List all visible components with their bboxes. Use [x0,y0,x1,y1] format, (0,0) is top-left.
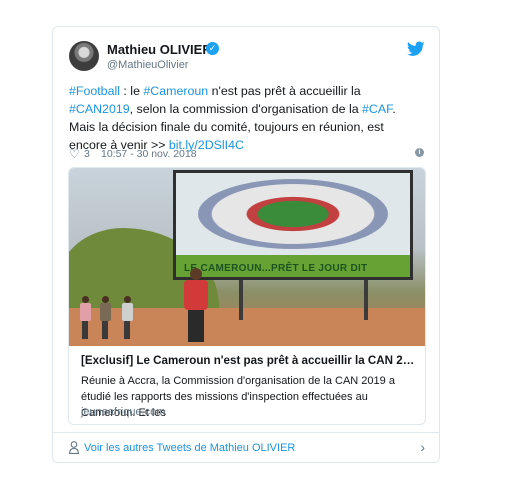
tweet-text-segment: n'est pas prêt à accueillir la [208,84,361,98]
tweet-link[interactable]: #CAN2019 [69,102,130,116]
walker-figure [79,296,91,340]
user-icon [69,441,79,454]
tweet-link[interactable]: #Cameroun [143,84,208,98]
tweet-timestamp[interactable]: 10:57 - 30 nov. 2018 [101,148,197,160]
billboard-caption: LE CAMEROUN...PRÊT LE JOUR DIT [184,263,368,274]
embedded-tweet-card: Mathieu OLIVIER ✓ @MathieuOlivier #Footb… [52,26,440,463]
tweet-text: #Football : le #Cameroun n'est pas prêt … [69,82,425,154]
tweet-text-segment: : le [119,84,144,98]
preview-image: LE CAMEROUN...PRÊT LE JOUR DIT [69,168,425,346]
tweet-header: Mathieu OLIVIER ✓ @MathieuOlivier [69,41,425,75]
heart-icon[interactable]: ♡ [69,147,80,161]
twitter-bird-icon[interactable] [407,41,425,57]
billboard-pole [364,280,368,320]
like-count[interactable]: 3 [84,148,90,160]
link-preview-card[interactable]: LE CAMEROUN...PRÊT LE JOUR DIT [Exclusif… [68,167,426,425]
info-icon[interactable]: i [415,148,424,157]
more-tweets-link[interactable]: Voir les autres Tweets de Mathieu OLIVIE… [84,442,295,454]
author-name[interactable]: Mathieu OLIVIER [107,42,212,57]
preview-title[interactable]: [Exclusif] Le Cameroun n'est pas prêt à … [81,354,417,367]
more-tweets-footer[interactable]: Voir les autres Tweets de Mathieu OLIVIE… [53,432,439,462]
author-handle[interactable]: @MathieuOlivier [107,59,188,71]
billboard-pole [239,280,243,320]
walker-figure [121,296,133,340]
tweet-text-segment: , selon la commission d'organisation de … [129,102,363,116]
tweet-link[interactable]: #CAF [362,102,392,116]
tweet-link[interactable]: #Football [69,84,120,98]
chevron-right-icon[interactable]: › [420,439,425,455]
avatar[interactable] [69,41,99,71]
stadium-illustration [198,179,388,249]
preview-domain: jeuneafrique.com [81,406,166,418]
stadium-billboard: LE CAMEROUN...PRÊT LE JOUR DIT [173,170,413,280]
tweet-meta: ♡ 3 10:57 - 30 nov. 2018 i [69,147,425,162]
walker-figure [99,296,111,340]
verified-badge-icon: ✓ [206,42,219,55]
main-person-figure [181,268,211,342]
